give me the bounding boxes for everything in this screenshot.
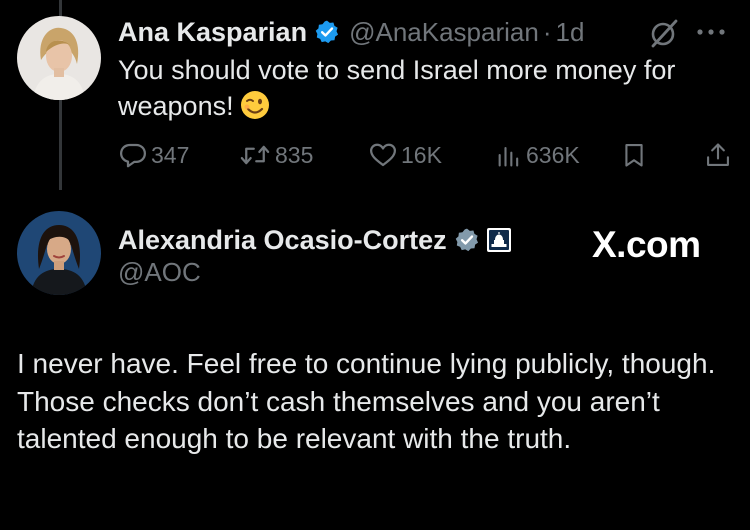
author-name[interactable]: Alexandria Ocasio-Cortez xyxy=(118,225,447,256)
author-name[interactable]: Ana Kasparian xyxy=(118,17,307,48)
tweet-actions-bar: 347 835 16K 636K xyxy=(118,138,730,172)
bookmark-button[interactable] xyxy=(620,138,651,172)
heart-icon xyxy=(370,143,396,167)
tweet-parent-text: You should vote to send Israel more mone… xyxy=(118,55,676,121)
like-count: 16K xyxy=(401,141,442,168)
capitol-building-icon[interactable] xyxy=(486,227,512,253)
retweet-icon xyxy=(240,145,270,165)
avatar-aoc[interactable] xyxy=(17,211,101,295)
views-button[interactable]: 636K xyxy=(495,138,580,172)
views-chart-icon xyxy=(498,146,519,167)
avatar-ana-kasparian[interactable] xyxy=(17,16,101,100)
share-button[interactable] xyxy=(704,138,735,172)
tweet-parent-header: Ana Kasparian @AnaKasparian · 1d xyxy=(118,12,584,52)
winking-face-emoji-icon xyxy=(240,90,270,120)
retweet-button[interactable]: 835 xyxy=(238,138,313,172)
grok-icon[interactable] xyxy=(649,18,679,48)
reply-count: 347 xyxy=(151,141,190,168)
bookmark-icon xyxy=(625,144,643,167)
author-handle[interactable]: @AnaKasparian · 1d xyxy=(349,17,584,48)
verified-badge-icon xyxy=(314,19,340,45)
reply-button[interactable]: 347 xyxy=(118,138,189,172)
views-count: 636K xyxy=(526,141,580,168)
author-handle[interactable]: @AOC xyxy=(118,257,201,288)
retweet-count: 835 xyxy=(275,141,314,168)
tweet-reply-text: I never have. Feel free to continue lyin… xyxy=(17,348,716,454)
like-button[interactable]: 16K xyxy=(368,138,442,172)
tweet-reply-header: Alexandria Ocasio-Cortez xyxy=(118,220,512,260)
timestamp: 1d xyxy=(555,16,585,47)
verified-badge-icon xyxy=(454,227,480,253)
share-icon xyxy=(707,143,729,166)
x-com-watermark: X.com xyxy=(592,224,701,265)
reply-icon xyxy=(120,143,146,168)
more-options-icon[interactable] xyxy=(694,22,728,42)
